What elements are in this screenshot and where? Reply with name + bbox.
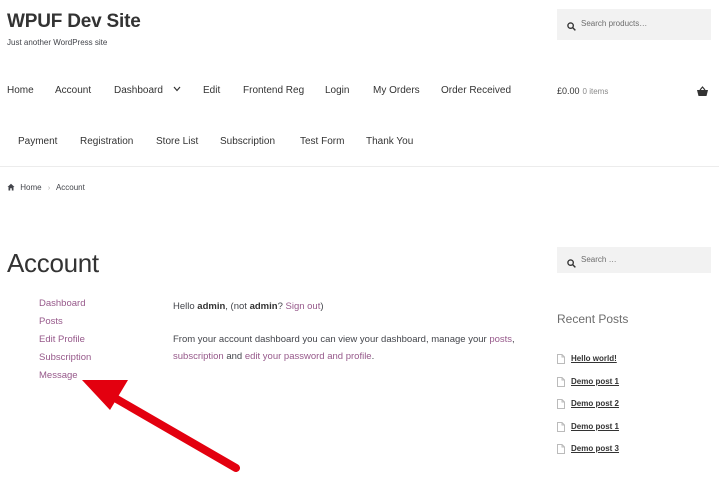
page-title: Account [7, 248, 99, 278]
greeting-not-prefix: , (not [225, 301, 250, 312]
cart-total: £0.00 [557, 86, 580, 96]
nav-item-home[interactable]: Home [7, 85, 34, 96]
nav-item-login[interactable]: Login [325, 85, 349, 96]
product-search-input[interactable]: Search products… [557, 9, 711, 40]
header-divider [0, 166, 719, 167]
breadcrumb: Home › Account [7, 183, 85, 192]
nav-item-payment[interactable]: Payment [18, 136, 57, 147]
nav-item-edit[interactable]: Edit [203, 85, 220, 96]
account-content: Hello admin, (not admin? Sign out) From … [173, 298, 518, 365]
nav-item-subscription[interactable]: Subscription [220, 136, 275, 147]
sign-out-link[interactable]: Sign out [286, 301, 321, 312]
recent-post-link[interactable]: Demo post 1 [571, 377, 619, 386]
document-icon [557, 354, 565, 366]
sidebar-search-placeholder: Search … [581, 255, 617, 264]
list-item: Demo post 1 [557, 376, 619, 400]
nav-item-store-list[interactable]: Store List [156, 136, 198, 147]
cart-summary[interactable]: £0.00 0 items [557, 86, 608, 96]
greeting-close-paren: ) [320, 301, 324, 312]
nav-item-order-received[interactable]: Order Received [441, 85, 511, 96]
site-title[interactable]: WPUF Dev Site [7, 11, 141, 33]
document-icon [557, 421, 565, 434]
product-search-placeholder: Search products… [581, 19, 648, 28]
intro-and: and [223, 351, 245, 362]
nav-item-dashboard[interactable]: Dashboard [114, 85, 163, 96]
list-item: Demo post 3 [557, 444, 619, 467]
nav-item-registration[interactable]: Registration [80, 136, 133, 147]
intro-period: . [371, 351, 375, 362]
nav-item-my-orders[interactable]: My Orders [373, 85, 420, 96]
greeting-prefix: Hello [173, 301, 198, 312]
document-icon [557, 399, 565, 411]
breadcrumb-home[interactable]: Home [20, 183, 41, 192]
account-nav-subscription[interactable]: Subscription [39, 352, 91, 370]
greeting: Hello admin, (not admin? Sign out) [173, 298, 518, 315]
recent-post-link[interactable]: Hello world! [571, 354, 617, 363]
recent-post-link[interactable]: Demo post 3 [571, 444, 619, 453]
chevron-down-icon[interactable] [173, 84, 181, 94]
basket-icon[interactable] [696, 84, 709, 102]
greeting-question: ? [277, 301, 286, 312]
home-icon [7, 183, 17, 192]
posts-link[interactable]: posts [489, 334, 512, 345]
subscription-link[interactable]: subscription [173, 351, 224, 362]
breadcrumb-current: Account [55, 183, 85, 192]
sidebar-search-input[interactable]: Search … [557, 247, 711, 273]
document-icon [557, 376, 565, 389]
account-nav-dashboard[interactable]: Dashboard [39, 298, 91, 316]
document-icon [557, 444, 565, 456]
nav-item-thank-you[interactable]: Thank You [366, 136, 413, 147]
recent-post-link[interactable]: Demo post 1 [571, 422, 619, 431]
list-item: Demo post 2 [557, 399, 619, 422]
annotation-arrow-icon [70, 370, 250, 485]
nav-item-account[interactable]: Account [55, 85, 91, 96]
breadcrumb-separator: › [47, 185, 51, 192]
cart-items-count: 0 items [582, 87, 609, 96]
nav-item-test-form[interactable]: Test Form [300, 136, 344, 147]
greeting-username: admin [197, 301, 226, 312]
list-item: Demo post 1 [557, 421, 619, 445]
edit-password-profile-link[interactable]: edit your password and profile [245, 351, 372, 362]
greeting-not-username: admin [249, 301, 278, 312]
account-nav-edit-profile[interactable]: Edit Profile [39, 334, 91, 352]
search-icon [567, 255, 576, 273]
recent-posts-heading: Recent Posts [557, 312, 629, 326]
search-icon [567, 18, 576, 36]
account-nav-posts[interactable]: Posts [39, 316, 91, 334]
site-tagline: Just another WordPress site [7, 38, 108, 47]
dashboard-intro: From your account dashboard you can view… [173, 331, 518, 365]
recent-posts-list: Hello world! Demo post 1 Demo post 2 Dem… [557, 354, 619, 467]
list-item: Hello world! [557, 354, 619, 377]
intro-comma: , [512, 334, 515, 345]
recent-post-link[interactable]: Demo post 2 [571, 399, 619, 408]
intro-text: From your account dashboard you can view… [173, 334, 490, 345]
nav-item-frontend-reg[interactable]: Frontend Reg [243, 85, 304, 96]
